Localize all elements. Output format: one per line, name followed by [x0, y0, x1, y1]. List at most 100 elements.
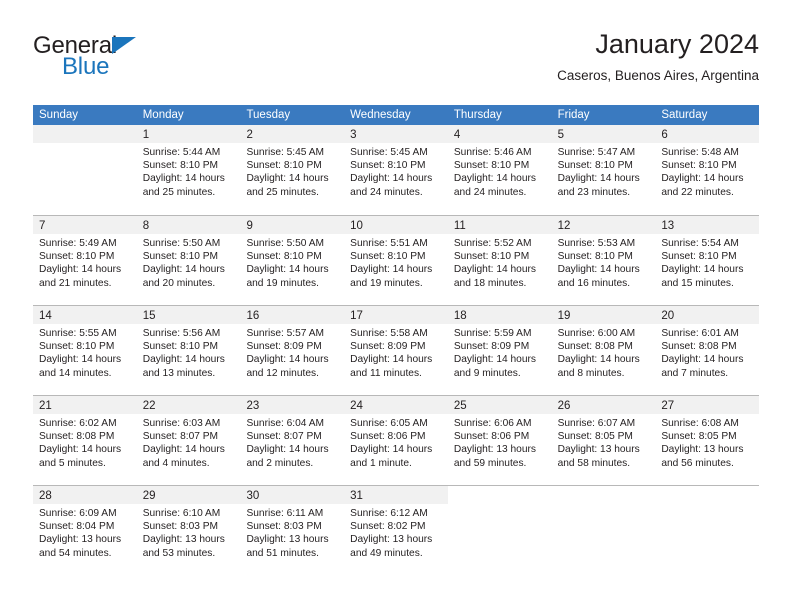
sunrise-text: Sunrise: 5:57 AM [246, 328, 325, 339]
weekday-header-wednesday: Wednesday [350, 109, 411, 121]
calendar-day-cell[interactable]: 26 Sunrise: 6:07 AM Sunset: 8:05 PM Dayligh… [551, 396, 656, 485]
day-sun-info: Sunrise: 5:52 AM Sunset: 8:10 PM Daylight:… [448, 234, 552, 290]
calendar-day-cell[interactable]: 10 Sunrise: 5:51 AM Sunset: 8:10 PM Dayligh… [344, 216, 448, 305]
daylight-text-line1: Daylight: 14 hours [661, 173, 744, 185]
calendar-day-cell[interactable]: 25 Sunrise: 6:06 AM Sunset: 8:06 PM Dayligh… [447, 396, 552, 485]
daylight-text-line2: and 53 minutes. [142, 547, 216, 559]
daylight-text-line1: Daylight: 14 hours [557, 264, 640, 276]
day-number: 2 [246, 129, 253, 141]
logo-text-blue: Blue [62, 53, 110, 80]
sunrise-text: Sunrise: 5:50 AM [246, 238, 325, 249]
daylight-text-line2: and 58 minutes. [557, 457, 631, 469]
logo-triangle-icon [112, 37, 136, 54]
day-number-bar: 17 [344, 306, 448, 324]
calendar-day-cell[interactable]: 20 Sunrise: 6:01 AM Sunset: 8:08 PM Dayligh… [655, 306, 760, 395]
daylight-text-line2: and 5 minutes. [39, 457, 106, 469]
daylight-text-line1: Daylight: 14 hours [39, 354, 122, 366]
day-number-bar: 5 [551, 125, 656, 143]
calendar-day-cell[interactable]: 12 Sunrise: 5:53 AM Sunset: 8:10 PM Dayligh… [551, 216, 656, 305]
calendar-day-cell[interactable]: 1 Sunrise: 5:44 AM Sunset: 8:10 PM Daylight… [136, 125, 241, 215]
day-number: 3 [350, 129, 357, 141]
sunset-text: Sunset: 8:10 PM [142, 341, 219, 353]
day-number-bar [551, 486, 656, 504]
calendar-day-cell[interactable]: 5 Sunrise: 5:47 AM Sunset: 8:10 PM Daylight… [551, 125, 656, 215]
calendar-day-cell[interactable]: 13 Sunrise: 5:54 AM Sunset: 8:10 PM Dayligh… [655, 216, 760, 305]
day-number-bar: 24 [344, 396, 448, 414]
sunset-text: Sunset: 8:03 PM [142, 521, 219, 533]
daylight-text-line2: and 22 minutes. [661, 186, 734, 198]
daylight-text-line1: Daylight: 14 hours [350, 354, 433, 366]
day-number: 8 [142, 220, 150, 232]
calendar-day-cell[interactable]: 27 Sunrise: 6:08 AM Sunset: 8:05 PM Dayligh… [655, 396, 760, 485]
day-number: 7 [39, 220, 46, 232]
day-number-bar: 6 [655, 125, 760, 143]
day-number: 16 [246, 310, 260, 322]
daylight-text-line2: and 18 minutes. [453, 277, 527, 289]
sunrise-text: Sunrise: 5:51 AM [350, 238, 428, 249]
calendar-day-cell[interactable]: 17 Sunrise: 5:58 AM Sunset: 8:09 PM Dayligh… [344, 306, 448, 395]
day-sun-info: Sunrise: 5:44 AM Sunset: 8:10 PM Daylight:… [137, 143, 241, 199]
day-sun-info: Sunrise: 5:54 AM Sunset: 8:10 PM Daylight:… [655, 234, 759, 290]
calendar-day-cell[interactable]: 24 Sunrise: 6:05 AM Sunset: 8:06 PM Dayligh… [344, 396, 448, 485]
title-block: January 2024 Caseros, Buenos Aires, Arge… [557, 28, 759, 86]
calendar-day-cell[interactable]: 6 Sunrise: 5:48 AM Sunset: 8:10 PM Daylight… [655, 125, 760, 215]
calendar-day-cell[interactable]: 28 Sunrise: 6:09 AM Sunset: 8:04 PM Dayligh… [33, 486, 137, 575]
calendar-day-cell[interactable]: 3 Sunrise: 5:45 AM Sunset: 8:10 PM Daylight… [344, 125, 448, 215]
weekday-header-tuesday: Tuesday [246, 109, 291, 121]
day-number-bar: 16 [240, 306, 345, 324]
sunrise-text: Sunrise: 5:50 AM [142, 238, 221, 249]
sunset-text: Sunset: 8:10 PM [557, 251, 633, 263]
calendar-day-cell[interactable]: 2 Sunrise: 5:45 AM Sunset: 8:10 PM Daylight… [240, 125, 345, 215]
calendar-day-cell[interactable]: 14 Sunrise: 5:55 AM Sunset: 8:10 PM Dayligh… [33, 306, 137, 395]
daylight-text-line1: Daylight: 14 hours [142, 173, 225, 185]
sunset-text: Sunset: 8:02 PM [350, 521, 426, 533]
sunset-text: Sunset: 8:06 PM [453, 431, 530, 443]
calendar-day-cell[interactable]: 15 Sunrise: 5:56 AM Sunset: 8:10 PM Dayligh… [136, 306, 241, 395]
calendar-day-cell[interactable]: 22 Sunrise: 6:03 AM Sunset: 8:07 PM Dayligh… [136, 396, 241, 485]
calendar-day-cell[interactable]: 19 Sunrise: 6:00 AM Sunset: 8:08 PM Dayligh… [551, 306, 656, 395]
day-sun-info: Sunrise: 6:06 AM Sunset: 8:06 PM Daylight:… [448, 414, 552, 470]
daylight-text-line2: and 16 minutes. [557, 277, 631, 289]
calendar-day-cell[interactable]: 11 Sunrise: 5:52 AM Sunset: 8:10 PM Dayligh… [447, 216, 552, 305]
calendar-day-cell[interactable]: 8 Sunrise: 5:50 AM Sunset: 8:10 PM Daylight… [136, 216, 241, 305]
daylight-text-line1: Daylight: 14 hours [39, 264, 122, 276]
calendar-day-cell[interactable]: 29 Sunrise: 6:10 AM Sunset: 8:03 PM Dayligh… [136, 486, 241, 575]
day-number: 10 [350, 220, 363, 232]
day-sun-info: Sunrise: 5:57 AM Sunset: 8:09 PM Daylight:… [240, 324, 344, 380]
day-number-bar [447, 486, 552, 504]
calendar-day-cell[interactable]: 7 Sunrise: 5:49 AM Sunset: 8:10 PM Daylight… [33, 216, 137, 305]
sunset-text: Sunset: 8:08 PM [39, 431, 115, 443]
sunrise-text: Sunrise: 5:55 AM [39, 328, 117, 339]
day-number-bar: 19 [551, 306, 656, 324]
calendar-day-cell[interactable]: 18 Sunrise: 5:59 AM Sunset: 8:09 PM Dayligh… [447, 306, 552, 395]
calendar-day-cell[interactable]: 21 Sunrise: 6:02 AM Sunset: 8:08 PM Dayligh… [33, 396, 137, 485]
calendar-day-cell[interactable]: 31 Sunrise: 6:12 AM Sunset: 8:02 PM Dayligh… [344, 486, 448, 575]
daylight-text-line2: and 13 minutes. [142, 367, 216, 379]
day-number: 19 [557, 310, 571, 322]
day-number-bar: 21 [33, 396, 137, 414]
day-number: 15 [142, 310, 156, 322]
sunset-text: Sunset: 8:10 PM [350, 160, 426, 172]
calendar-day-cell[interactable]: 23 Sunrise: 6:04 AM Sunset: 8:07 PM Dayligh… [240, 396, 345, 485]
generalblue-logo[interactable]: General Blue [33, 32, 223, 88]
day-sun-info: Sunrise: 6:07 AM Sunset: 8:05 PM Daylight:… [552, 414, 656, 470]
sunrise-text: Sunrise: 5:58 AM [350, 328, 428, 339]
daylight-text-line1: Daylight: 13 hours [453, 444, 536, 456]
calendar-day-cell[interactable]: 9 Sunrise: 5:50 AM Sunset: 8:10 PM Daylight… [240, 216, 345, 305]
day-sun-info: Sunrise: 5:47 AM Sunset: 8:10 PM Daylight:… [552, 143, 656, 199]
day-number-bar: 23 [240, 396, 345, 414]
daylight-text-line2: and 56 minutes. [661, 457, 734, 469]
day-sun-info: Sunrise: 5:50 AM Sunset: 8:10 PM Daylight:… [137, 234, 241, 290]
sunset-text: Sunset: 8:07 PM [142, 431, 219, 443]
day-number-bar: 31 [344, 486, 448, 504]
day-sun-info: Sunrise: 6:08 AM Sunset: 8:05 PM Daylight:… [655, 414, 759, 470]
day-sun-info: Sunrise: 6:03 AM Sunset: 8:07 PM Daylight:… [137, 414, 241, 470]
calendar-day-cell[interactable]: 16 Sunrise: 5:57 AM Sunset: 8:09 PM Dayligh… [240, 306, 345, 395]
calendar-day-cell[interactable]: 4 Sunrise: 5:46 AM Sunset: 8:10 PM Daylight… [447, 125, 552, 215]
calendar-day-cell[interactable]: 30 Sunrise: 6:11 AM Sunset: 8:03 PM Dayligh… [240, 486, 345, 575]
sunrise-text: Sunrise: 6:01 AM [661, 328, 739, 339]
calendar-week-row: 14 Sunrise: 5:55 AM Sunset: 8:10 PM Dayligh… [33, 305, 760, 395]
calendar-week-row: 21 Sunrise: 6:02 AM Sunset: 8:08 PM Dayligh… [33, 395, 760, 485]
day-number: 9 [246, 220, 253, 232]
daylight-text-line2: and 25 minutes. [142, 186, 216, 198]
